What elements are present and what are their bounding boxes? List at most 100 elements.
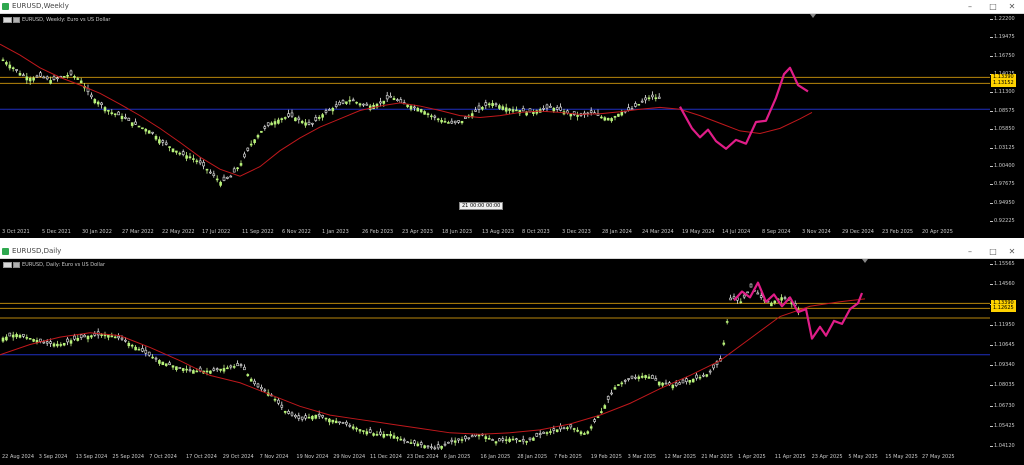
candle-body — [569, 424, 573, 428]
candle-body — [396, 437, 399, 439]
candle-body — [572, 428, 576, 430]
candle-body — [45, 341, 49, 344]
candle-body — [487, 438, 491, 440]
candle-body — [555, 429, 559, 432]
candle-body — [192, 370, 195, 374]
candle-body — [232, 168, 236, 173]
chart-settings-icon[interactable] — [13, 262, 20, 268]
time-axis[interactable]: 22 Aug 2024 3 Sep 2024 13 Sep 2024 25 Sep 2… — [0, 453, 990, 465]
candle-body — [464, 116, 467, 119]
zigzag-indicator-line — [679, 66, 809, 150]
price-tick-label: 1.14560 — [990, 281, 1015, 288]
candle-body — [90, 335, 93, 338]
candle-body — [8, 332, 12, 337]
candle-body — [100, 102, 103, 105]
candle-body — [141, 127, 144, 130]
chart-window-icon — [2, 3, 9, 10]
time-tick-label: 19 Nov 2024 — [296, 454, 329, 460]
candle-body — [283, 410, 287, 413]
candle-body — [355, 101, 358, 104]
close-button[interactable]: ✕ — [1002, 246, 1022, 258]
candle-body — [464, 435, 467, 440]
candle-body — [147, 130, 151, 134]
candle-body — [11, 334, 15, 338]
daily-chart-window[interactable]: EURUSD,Daily – □ ✕ EURUSD, Daily: Euro v… — [0, 245, 1024, 465]
title-bar[interactable]: EURUSD,Weekly – □ ✕ — [0, 0, 1024, 14]
time-tick-label: 25 Sep 2024 — [112, 454, 145, 460]
candle-body — [134, 121, 137, 125]
time-tick-label: 17 Jul 2022 — [202, 229, 231, 235]
candle-body — [610, 392, 613, 395]
candle-body — [385, 95, 389, 100]
candle-body — [164, 142, 168, 145]
candle-body — [96, 101, 100, 105]
candle-body — [66, 74, 69, 77]
time-tick-label: 23 Dec 2024 — [406, 454, 439, 460]
candle-body — [375, 433, 379, 436]
candle-body — [365, 431, 369, 435]
candle-body — [416, 107, 420, 112]
candle-body — [634, 103, 637, 107]
candle-body — [5, 336, 8, 341]
candle-body — [647, 376, 651, 379]
close-button[interactable]: ✕ — [1002, 1, 1022, 13]
candle-body — [521, 439, 525, 442]
maximize-button[interactable]: □ — [983, 1, 1003, 13]
title-bar[interactable]: EURUSD,Daily – □ ✕ — [0, 245, 1024, 259]
candle-body — [450, 439, 454, 442]
price-tick-label: 1.11300 — [990, 89, 1015, 96]
price-axis[interactable]: 1.155651.145601.132951.119501.106451.093… — [990, 259, 1024, 453]
candle-body — [178, 152, 182, 155]
maximize-button[interactable]: □ — [983, 246, 1003, 258]
time-axis[interactable]: 3 Oct 2021 5 Dec 2021 30 Jan 2022 27 Mar 20… — [0, 228, 990, 238]
candle-body — [491, 439, 494, 441]
candle-body — [385, 433, 389, 436]
minimize-button[interactable]: – — [960, 246, 980, 258]
candle-body — [651, 94, 654, 98]
candle-body — [440, 445, 443, 449]
price-tick-label: 1.06730 — [990, 402, 1015, 409]
candle-body — [379, 101, 382, 104]
candle-body — [338, 421, 341, 424]
candle-body — [379, 431, 382, 435]
candle-body — [586, 431, 590, 434]
candle-body — [209, 370, 212, 374]
candle-body — [542, 431, 545, 434]
candle-body — [205, 168, 209, 171]
minimize-button[interactable]: – — [960, 1, 980, 13]
candle-body — [154, 357, 158, 360]
candle-body — [406, 441, 409, 444]
chart-settings-icon[interactable] — [13, 17, 20, 23]
candle-body — [76, 337, 80, 341]
candle-body — [137, 125, 141, 128]
price-axis[interactable]: 1.222001.194751.167501.140251.113001.085… — [990, 14, 1024, 228]
price-tick-label: 1.19475 — [990, 34, 1015, 41]
chart-shift-marker-icon[interactable] — [810, 14, 816, 18]
candle-body — [181, 151, 185, 155]
candle-body — [725, 321, 729, 323]
candle-body — [69, 70, 73, 75]
candle-body — [430, 115, 433, 118]
price-chart-area[interactable]: EURUSD, Daily: Euro vs US Dollar — [0, 259, 990, 453]
candle-body — [477, 434, 481, 437]
moving-average-line — [0, 43, 813, 177]
candle-body — [521, 108, 525, 112]
candle-body — [120, 115, 124, 120]
candle-body — [579, 431, 583, 435]
candle-body — [147, 351, 151, 356]
candle-body — [430, 446, 433, 449]
chart-shift-marker-icon[interactable] — [862, 259, 868, 263]
candle-body — [236, 167, 239, 170]
candle-body — [508, 438, 511, 442]
candle-body — [484, 102, 488, 106]
candle-body — [651, 375, 654, 379]
candle-body — [42, 341, 46, 344]
chart-window-icon — [2, 248, 9, 255]
candle-body — [49, 80, 52, 84]
price-chart-area[interactable]: EURUSD, Weekly: Euro vs US Dollar — [0, 14, 990, 228]
weekly-chart-window[interactable]: EURUSD,Weekly – □ ✕ EURUSD, Weekly: Euro… — [0, 0, 1024, 238]
candle-body — [253, 139, 256, 143]
candle-body — [657, 381, 661, 386]
candle-body — [362, 103, 365, 106]
candle-body — [637, 103, 641, 106]
